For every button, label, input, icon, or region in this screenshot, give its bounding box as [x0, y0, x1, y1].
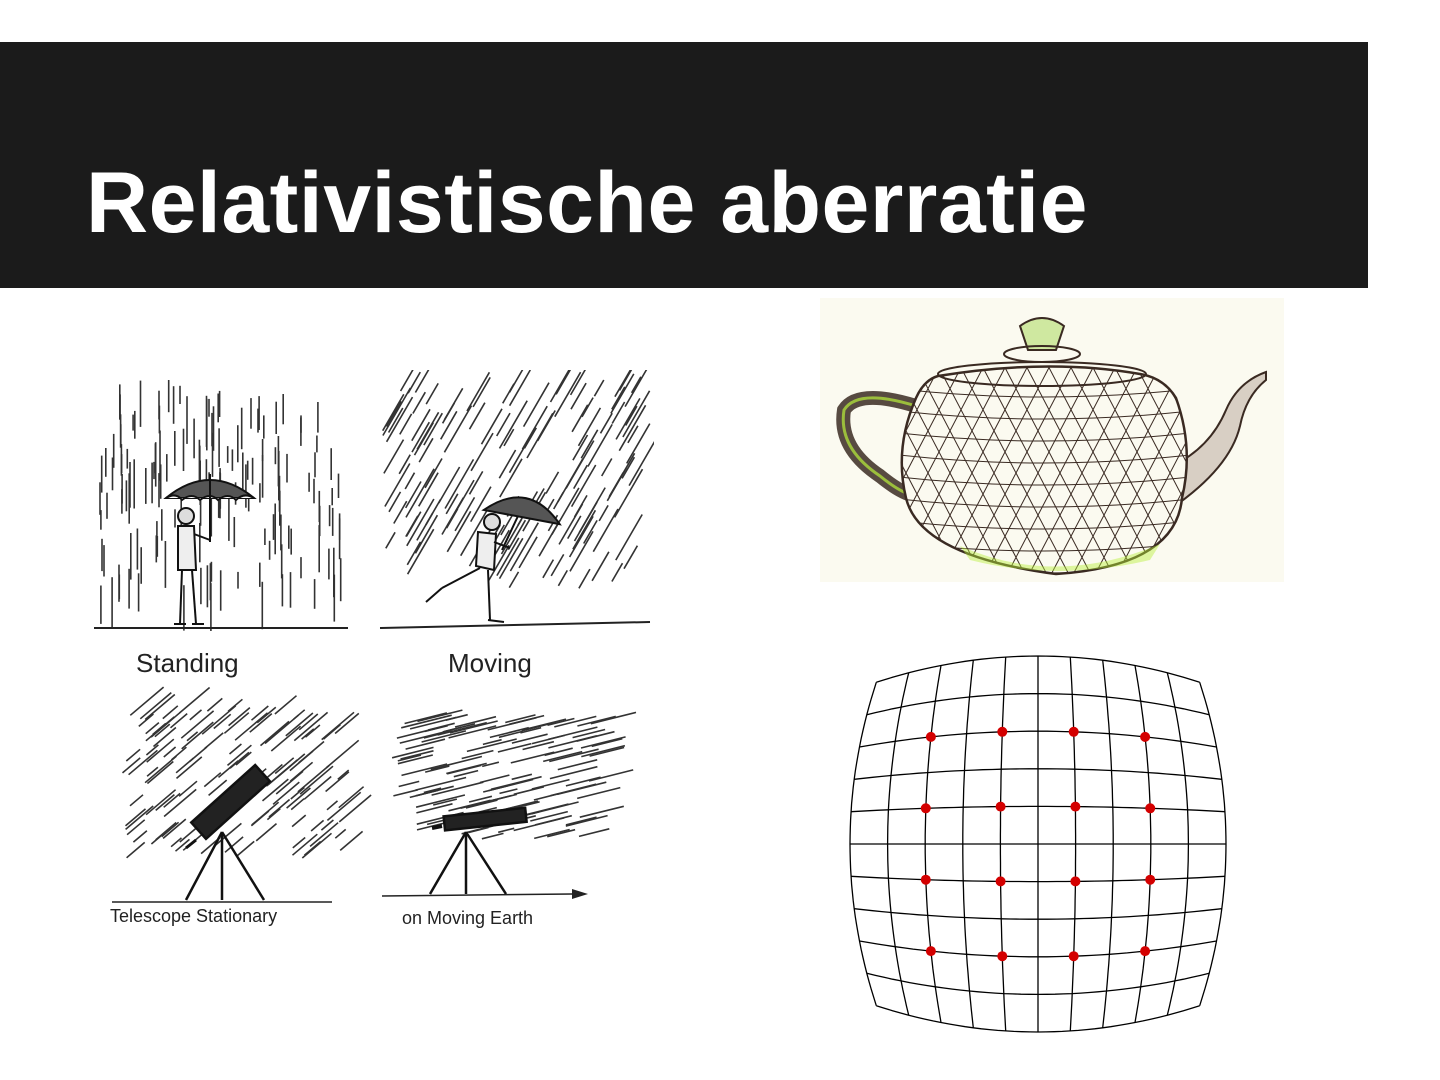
caption-moving: Moving — [448, 648, 532, 678]
grid-lines — [849, 655, 1227, 1033]
grid-dot — [925, 946, 936, 957]
grid-dot — [1140, 946, 1151, 957]
caption-moving-earth: on Moving Earth — [402, 908, 534, 928]
grid-dot — [997, 951, 1008, 962]
teapot-wireframe-drawing — [836, 317, 1267, 576]
barrel-distortion-grid — [849, 655, 1227, 1033]
wireframe-teapot-image — [820, 298, 1284, 582]
distorted-grid-image — [830, 634, 1246, 1054]
caption-standing: Standing — [136, 648, 239, 678]
grid-dot — [1068, 726, 1079, 737]
caption-telescope-stationary: Telescope Stationary — [110, 906, 278, 926]
rain-streaks — [99, 370, 654, 859]
grid-dot — [1145, 803, 1156, 814]
rain-analogy-illustration: Standing Moving Telescope Stationary on … — [92, 370, 654, 940]
grid-dot — [1145, 874, 1156, 885]
standing-person-figure — [163, 474, 257, 625]
slide-title: Relativistische aberratie — [86, 155, 1089, 251]
grid-dot — [1140, 731, 1151, 742]
grid-dot — [920, 874, 931, 885]
grid-dot — [995, 876, 1006, 887]
grid-dot — [997, 726, 1008, 737]
grid-dot — [920, 803, 931, 814]
grid-dot — [1070, 876, 1081, 887]
stationary-telescope-figure — [184, 763, 272, 901]
moving-telescope-figure — [428, 806, 528, 895]
grid-dot — [995, 801, 1006, 812]
grid-dot — [1068, 951, 1079, 962]
running-person-figure — [425, 496, 562, 623]
grid-dot — [925, 731, 936, 742]
grid-dot — [1070, 801, 1081, 812]
